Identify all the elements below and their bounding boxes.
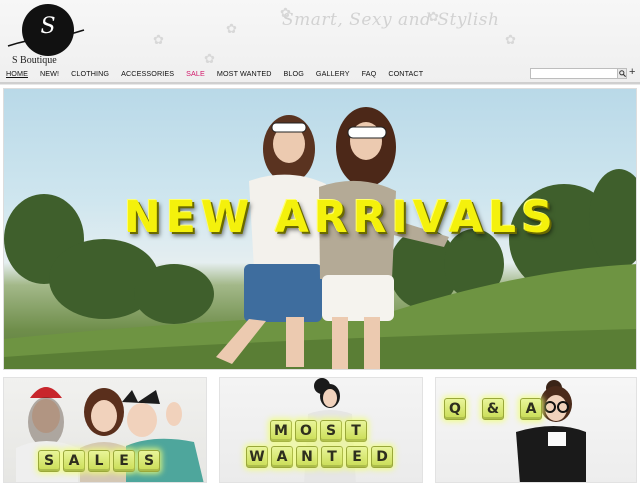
- key-letter: N: [296, 446, 318, 468]
- search-icon: [618, 70, 626, 78]
- key-letter: S: [320, 420, 342, 442]
- search-input[interactable]: [530, 68, 618, 79]
- nav-item-clothing[interactable]: CLOTHING: [71, 69, 109, 81]
- nav-item-new[interactable]: NEW!: [40, 69, 59, 81]
- key-letter: A: [520, 398, 542, 420]
- sales-keys: S A L E S: [38, 450, 160, 472]
- flower-icon: ✿: [153, 32, 164, 47]
- nav-item-sale[interactable]: SALE: [186, 69, 205, 81]
- key-letter: S: [138, 450, 160, 472]
- key-letter: &: [482, 398, 504, 420]
- brand-name: S Boutique: [12, 55, 57, 66]
- key-letter: T: [345, 420, 367, 442]
- header-divider: [0, 82, 640, 85]
- most-keys: M O S T: [270, 420, 367, 442]
- site-header: S S Boutique Smart, Sexy and Stylish ✿ ✿…: [0, 0, 640, 82]
- key-letter: A: [63, 450, 85, 472]
- flower-icon: ✿: [204, 51, 215, 66]
- nav-item-faq[interactable]: FAQ: [362, 69, 377, 81]
- qa-keys: Q & A: [444, 398, 542, 420]
- key-letter: L: [88, 450, 110, 472]
- key-spacer: [469, 398, 479, 420]
- flower-icon: ✿: [505, 32, 516, 47]
- search-button[interactable]: [617, 68, 627, 79]
- flower-icon: ✿: [226, 21, 237, 36]
- flower-icon: ✿: [280, 5, 291, 20]
- key-letter: E: [113, 450, 135, 472]
- key-letter: M: [270, 420, 292, 442]
- key-letter: T: [321, 446, 343, 468]
- logo[interactable]: S: [22, 4, 74, 56]
- nav-item-accessories[interactable]: ACCESSORIES: [121, 69, 174, 81]
- key-letter: D: [371, 446, 393, 468]
- nav-item-gallery[interactable]: GALLERY: [316, 69, 350, 81]
- nav-item-home[interactable]: HOME: [6, 69, 28, 81]
- logo-monogram: S: [40, 13, 56, 39]
- hero-title: NEW ARRIVALS: [124, 192, 558, 243]
- key-letter: Q: [444, 398, 466, 420]
- wanted-keys: W A N T E D: [246, 446, 393, 468]
- main-nav: HOME NEW! CLOTHING ACCESSORIES SALE MOST…: [6, 69, 435, 81]
- key-letter: A: [271, 446, 293, 468]
- nav-item-contact[interactable]: CONTACT: [388, 69, 423, 81]
- key-letter: W: [246, 446, 268, 468]
- qa-tile[interactable]: Q & A: [435, 377, 637, 483]
- plus-icon[interactable]: +: [629, 66, 635, 78]
- qa-photo: [516, 380, 586, 482]
- hero-banner[interactable]: NEW ARRIVALS: [3, 88, 637, 370]
- key-letter: O: [295, 420, 317, 442]
- key-spacer: [507, 398, 517, 420]
- key-letter: S: [38, 450, 60, 472]
- nav-item-blog[interactable]: BLOG: [284, 69, 304, 81]
- nav-item-most-wanted[interactable]: MOST WANTED: [217, 69, 272, 81]
- sales-tile[interactable]: S A L E S: [3, 377, 207, 483]
- key-letter: E: [346, 446, 368, 468]
- tagline: Smart, Sexy and Stylish: [282, 10, 500, 30]
- most-wanted-tile[interactable]: M O S T W A N T E D: [219, 377, 423, 483]
- flower-icon: ✿: [428, 9, 439, 24]
